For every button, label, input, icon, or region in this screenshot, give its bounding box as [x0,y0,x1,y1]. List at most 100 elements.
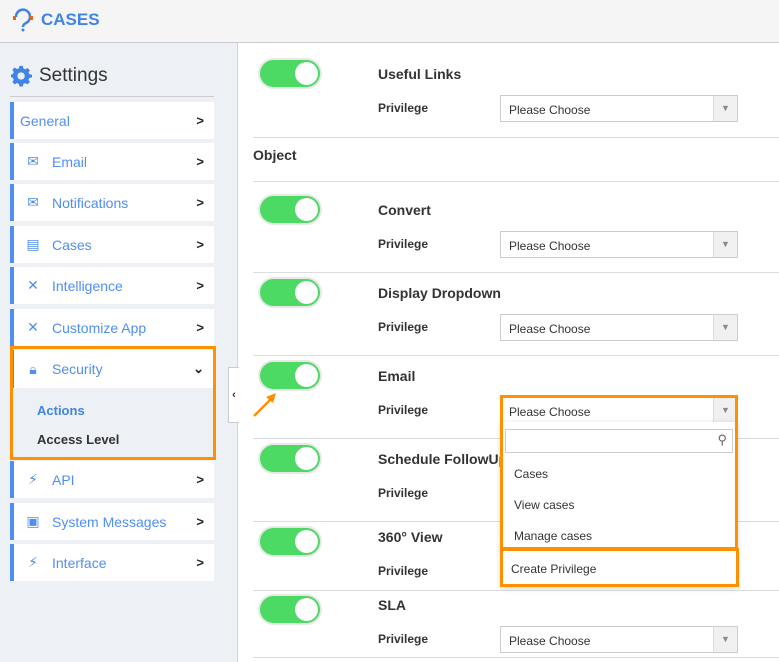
chevron-right-icon: > [196,472,204,487]
sidebar-item-customize-app[interactable]: ✕ Customize App > [10,309,214,346]
toggle-email[interactable] [260,362,320,389]
submenu-item-actions[interactable]: Actions [37,403,85,418]
sidebar-item-api[interactable]: ⚡︎ API > [10,461,214,498]
chevron-right-icon: > [196,154,204,169]
toggle-schedule-followup[interactable] [260,445,320,472]
divider [253,355,779,356]
sidebar-item-label: Notifications [52,194,129,211]
plug-icon: ⚡︎ [28,554,38,570]
caret-down-icon: ▼ [713,315,737,340]
caret-down-icon: ▼ [713,398,737,423]
caret-down-icon: ▼ [713,627,737,652]
toggle-convert[interactable] [260,196,320,223]
privilege-label: Privilege [378,564,429,578]
sidebar-item-intelligence[interactable]: ✕ Intelligence > [10,267,214,304]
toggle-useful-links[interactable] [260,60,320,87]
tools-icon: ✕ [27,319,39,335]
row-title: Convert [378,202,431,218]
sidebar-item-cases[interactable]: ▤ Cases > [10,226,214,263]
divider [253,137,779,138]
privilege-select[interactable]: Please Choose ▼ [500,95,738,122]
tools-icon: ✕ [27,277,39,293]
dropdown-option[interactable]: Manage cases [514,529,592,543]
search-icon: ⚲ [717,432,727,447]
caret-down-icon: ▼ [713,96,737,121]
select-value: Please Choose [509,405,591,419]
sidebar-item-label: Customize App [52,319,147,336]
chevron-right-icon: > [196,320,204,335]
row-title: 360° View [378,529,443,545]
sidebar-item-interface[interactable]: ⚡︎ Interface > [10,544,214,581]
row-title: Email [378,368,416,384]
toggle-display-dropdown[interactable] [260,279,320,306]
section-title: Object [253,147,297,163]
sidebar-item-system-messages[interactable]: ▣ System Messages > [10,503,214,540]
divider [10,96,214,97]
privilege-label: Privilege [378,320,429,334]
select-value: Please Choose [509,634,591,648]
privilege-dropdown: ⚲ Cases View cases Manage cases Create P… [501,422,737,586]
sidebar-item-label: Cases [52,236,92,253]
divider [253,590,779,591]
privilege-select-open[interactable]: Please Choose ▼ [500,397,738,424]
chevron-right-icon: > [196,237,204,252]
caret-down-icon: ▼ [713,232,737,257]
privilege-label: Privilege [378,632,429,646]
chevron-right-icon: > [196,514,204,529]
settings-title: Settings [39,65,108,86]
sidebar-item-security[interactable]: 🔒︎ Security ⌄ [10,350,214,388]
sidebar-item-notifications[interactable]: ✉ Notifications > [10,184,214,221]
toggle-360-view[interactable] [260,528,320,555]
sidebar-item-label: Security [52,361,103,377]
sidebar-item-label: Interface [52,554,107,571]
top-bar: CASES [0,0,779,43]
sidebar-item-general[interactable]: General > [10,102,214,139]
security-submenu: Actions Access Level [10,388,214,458]
privilege-select[interactable]: Please Choose ▼ [500,314,738,341]
toggle-sla[interactable] [260,596,320,623]
chevron-right-icon: > [196,555,204,570]
list-icon: ▤ [26,236,40,252]
lock-icon: 🔒︎ [29,360,37,377]
row-title: Display Dropdown [378,285,501,301]
arrow-annotation-icon [253,393,276,417]
row-title: Useful Links [378,66,462,82]
plug-icon: ⚡︎ [28,471,38,487]
sidebar-item-label: API [52,471,75,488]
chevron-right-icon: > [196,195,204,210]
row-title: Schedule FollowUp [378,451,508,467]
logo-icon [13,8,33,32]
sidebar-item-label: General [20,112,70,129]
privilege-select[interactable]: Please Choose ▼ [500,231,738,258]
envelope-icon: ✉ [27,153,39,169]
privilege-label: Privilege [378,403,429,417]
sidebar-item-label: Email [52,153,88,170]
row-title: SLA [378,597,406,613]
privilege-label: Privilege [378,101,429,115]
chevron-right-icon: > [196,113,204,128]
divider [253,181,779,182]
submenu-item-access-level[interactable]: Access Level [37,432,119,447]
chevron-down-icon: ⌄ [193,361,204,376]
settings-heading: Settings [11,65,108,87]
sidebar-item-label: System Messages [52,513,167,530]
select-value: Please Choose [509,322,591,336]
dropdown-option[interactable]: Cases [514,467,548,481]
dropdown-option[interactable]: View cases [514,498,574,512]
sidebar-item-label: Intelligence [52,277,123,294]
gear-icon [11,65,32,87]
select-value: Please Choose [509,239,591,253]
divider [253,657,779,658]
privilege-label: Privilege [378,237,429,251]
message-icon: ▣ [26,513,40,529]
sidebar-item-email[interactable]: ✉ Email > [10,143,214,180]
privilege-select[interactable]: Please Choose ▼ [500,626,738,653]
app-name: CASES [41,10,100,29]
chevron-right-icon: > [196,278,204,293]
select-value: Please Choose [509,103,591,117]
create-privilege-button[interactable]: Create Privilege [511,562,596,576]
collapse-sidebar-button[interactable]: ‹ [228,367,239,423]
envelope-icon: ✉ [27,194,39,210]
privilege-label: Privilege [378,486,429,500]
dropdown-search-input[interactable] [505,429,733,453]
